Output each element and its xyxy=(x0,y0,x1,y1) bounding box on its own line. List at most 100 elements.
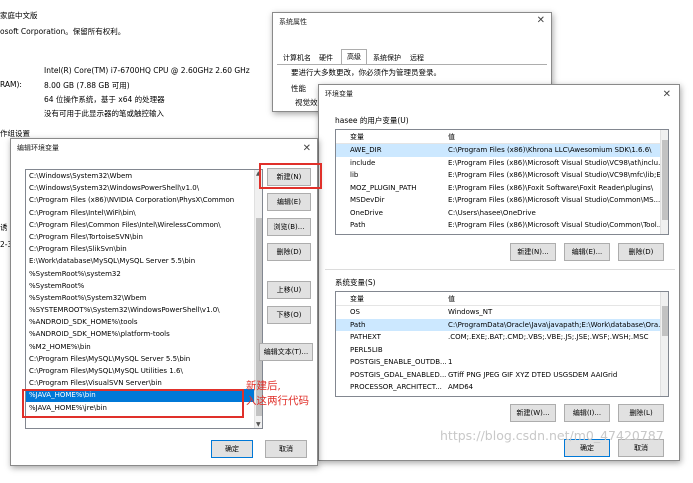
variable-value-cell: 1 xyxy=(448,358,453,366)
table-row[interactable]: OS Windows_NT xyxy=(336,306,668,319)
new-button-highlight xyxy=(259,163,322,189)
variable-value-cell: C:\ProgramData\Oracle\Java\javapath;E:\W… xyxy=(448,320,665,329)
variable-name-cell: lib xyxy=(350,171,359,179)
variable-name-cell: MOZ_PLUGIN_PATH xyxy=(350,183,417,192)
system-new-button[interactable]: 新建(W)... xyxy=(510,404,556,422)
watermark: https://blog.csdn.net/m0_47420787 xyxy=(440,428,664,443)
scrollbar[interactable] xyxy=(660,292,668,396)
ok-button[interactable]: 确定 xyxy=(211,440,253,458)
tab-remote[interactable]: 远程 xyxy=(410,52,424,64)
table-row[interactable]: POSTGIS_GDAL_ENABLED... GTiff PNG JPEG GI… xyxy=(336,369,668,382)
close-icon[interactable]: ✕ xyxy=(303,143,311,154)
user-edit-button[interactable]: 编辑(E)... xyxy=(564,243,610,261)
path-entry[interactable]: E:\Work\database\MySQL\MySQL Server 5.5\… xyxy=(26,255,262,267)
table-row[interactable]: include E:\Program Files (x86)\Microsoft … xyxy=(336,157,668,170)
tab-hardware[interactable]: 硬件 xyxy=(319,52,333,64)
user-new-button[interactable]: 新建(N)... xyxy=(510,243,556,261)
path-entry[interactable]: %ANDROID_SDK_HOME%\tools xyxy=(26,316,262,328)
cpu-value: Intel(R) Core(TM) i7-6700HQ CPU @ 2.60GH… xyxy=(44,66,250,75)
move-down-button[interactable]: 下移(O) xyxy=(267,306,311,324)
close-icon[interactable]: ✕ xyxy=(663,89,671,100)
variable-name-cell: PROCESSOR_ARCHITECT... xyxy=(350,383,442,391)
path-entry[interactable]: C:\Program Files\MySQL\MySQL Server 5.5\… xyxy=(26,353,262,365)
system-variables-rows: OS Windows_NT Path C:\ProgramData\Oracle\Ja… xyxy=(336,306,668,394)
table-header: 变量 值 xyxy=(336,130,668,144)
table-row[interactable]: PATHEXT .COM;.EXE;.BAT;.CMD;.VBS;.VBE;.JS… xyxy=(336,331,668,344)
scrollbar[interactable] xyxy=(660,130,668,234)
system-edit-button[interactable]: 编辑(I)... xyxy=(564,404,610,422)
admin-notice: 要进行大多数更改，你必须作为管理员登录。 xyxy=(291,68,441,77)
edit-button[interactable]: 编辑(E) xyxy=(267,193,311,211)
path-entry[interactable]: %ANDROID_SDK_HOME%\platform-tools xyxy=(26,328,262,340)
delete-button[interactable]: 删除(D) xyxy=(267,243,311,261)
browse-button[interactable]: 浏览(B)... xyxy=(267,218,311,236)
variable-value-cell: E:\Program Files (x86)\Microsoft Visual … xyxy=(448,171,668,179)
column-header-variable[interactable]: 变量 xyxy=(350,130,364,144)
performance-label: 性能 xyxy=(291,84,306,93)
path-entry[interactable]: %SystemRoot%\System32\Wbem xyxy=(26,292,262,304)
table-row[interactable]: Path C:\ProgramData\Oracle\Java\javapath;… xyxy=(336,318,668,331)
path-entry[interactable]: C:\Program Files\SlikSvn\bin xyxy=(26,243,262,255)
tab-advanced[interactable]: 高级 xyxy=(341,49,367,65)
path-entry[interactable]: C:\Program Files (x86)\NVIDIA Corporatio… xyxy=(26,194,262,206)
divider xyxy=(325,269,675,270)
table-row[interactable]: PERL5LIB xyxy=(336,344,668,357)
environment-variables-window: 环境变量 ✕ hasee 的用户变量(U) 变量 值 AWE_DIR C:\Pro… xyxy=(318,84,680,461)
variable-name-cell: include xyxy=(350,158,376,167)
column-header-value[interactable]: 值 xyxy=(448,292,455,306)
variable-value-cell: E:\Program Files (x86)\Microsoft Visual … xyxy=(448,196,661,204)
table-row[interactable]: AWE_DIR C:\Program Files (x86)\Khrona LLC… xyxy=(336,144,668,157)
bg-fragment-1: 诱 xyxy=(0,223,8,232)
variable-value-cell: Windows_NT xyxy=(448,308,493,316)
variable-name-cell: OneDrive xyxy=(350,208,383,217)
cancel-button[interactable]: 取消 xyxy=(265,440,307,458)
user-variables-rows: AWE_DIR C:\Program Files (x86)\Khrona LLC… xyxy=(336,144,668,232)
path-entry[interactable]: C:\Program Files\Common Files\Intel\Wire… xyxy=(26,219,262,231)
system-variables-label: 系统变量(S) xyxy=(335,278,376,287)
table-row[interactable]: OneDrive C:\Users\hasee\OneDrive xyxy=(336,207,668,220)
ram-label: RAM): xyxy=(0,80,22,89)
table-row[interactable]: PROCESSOR_ARCHITECT... AMD64 xyxy=(336,381,668,394)
path-entry[interactable]: %SystemRoot%\system32 xyxy=(26,268,262,280)
path-entry[interactable]: %M2_HOME%\bin xyxy=(26,341,262,353)
variable-value-cell: E:\Program Files (x86)\Microsoft Visual … xyxy=(448,158,665,167)
table-row[interactable]: MSDevDir E:\Program Files (x86)\Microsoft… xyxy=(336,194,668,207)
system-properties-title: 系统属性 xyxy=(279,18,307,26)
scroll-down-icon[interactable]: ▼ xyxy=(256,421,261,428)
path-entry[interactable]: %SystemRoot% xyxy=(26,280,262,292)
variable-value-cell: .COM;.EXE;.BAT;.CMD;.VBS;.VBE;.JS;.JSE;.… xyxy=(448,333,649,341)
tab-system-protection[interactable]: 系统保护 xyxy=(373,52,401,64)
path-entry[interactable]: C:\Program Files\TortoiseSVN\bin xyxy=(26,231,262,243)
edit-environment-variable-title: 编辑环境变量 xyxy=(17,144,59,152)
user-variables-table[interactable]: 变量 值 AWE_DIR C:\Program Files (x86)\Khron… xyxy=(335,129,669,235)
path-entry[interactable]: %SYSTEMROOT%\System32\WindowsPowerShell\… xyxy=(26,304,262,316)
column-header-value[interactable]: 值 xyxy=(448,130,455,144)
variable-name-cell: PATHEXT xyxy=(350,333,381,341)
move-up-button[interactable]: 上移(U) xyxy=(267,281,311,299)
path-entry[interactable]: C:\Program Files\MySQL\MySQL Utilities 1… xyxy=(26,365,262,377)
ram-value: 8.00 GB (7.88 GB 可用) xyxy=(44,81,130,90)
variable-value-cell: GTiff PNG JPEG GIF XYZ DTED USGSDEM AAIG… xyxy=(448,370,618,379)
tab-computer-name[interactable]: 计算机名 xyxy=(283,52,311,64)
pen-value: 没有可用于此显示器的笔或触控输入 xyxy=(44,109,164,118)
close-icon[interactable]: ✕ xyxy=(537,15,545,26)
path-entry[interactable]: C:\Windows\System32\Wbem xyxy=(26,170,262,182)
variable-value-cell: AMD64 xyxy=(448,383,474,391)
annotation-line-1: 新建后, xyxy=(246,380,281,392)
path-entry[interactable]: C:\Program Files\VisualSVN Server\bin xyxy=(26,377,262,389)
path-entry[interactable]: C:\Program Files\Intel\WiFi\bin\ xyxy=(26,207,262,219)
edit-text-button[interactable]: 编辑文本(T)... xyxy=(259,343,313,361)
variable-name-cell: OS xyxy=(350,308,360,316)
table-row[interactable]: lib E:\Program Files (x86)\Microsoft Visu… xyxy=(336,169,668,182)
column-header-variable[interactable]: 变量 xyxy=(350,292,364,306)
environment-variables-title: 环境变量 xyxy=(325,90,353,98)
path-entry[interactable]: C:\Windows\System32\WindowsPowerShell\v1… xyxy=(26,182,262,194)
table-row[interactable]: Path E:\Program Files (x86)\Microsoft Vis… xyxy=(336,219,668,232)
table-row[interactable]: MOZ_PLUGIN_PATH E:\Program Files (x86)\Fo… xyxy=(336,182,668,195)
table-row[interactable]: POSTGIS_ENABLE_OUTDB... 1 xyxy=(336,356,668,369)
system-variables-table[interactable]: 变量 值 OS Windows_NT Path C:\ProgramData\Orac… xyxy=(335,291,669,397)
variable-name-cell: POSTGIS_GDAL_ENABLED... xyxy=(350,370,447,379)
system-delete-button[interactable]: 删除(L) xyxy=(618,404,664,422)
variable-name-cell: AWE_DIR xyxy=(350,146,382,154)
user-delete-button[interactable]: 删除(D) xyxy=(618,243,664,261)
